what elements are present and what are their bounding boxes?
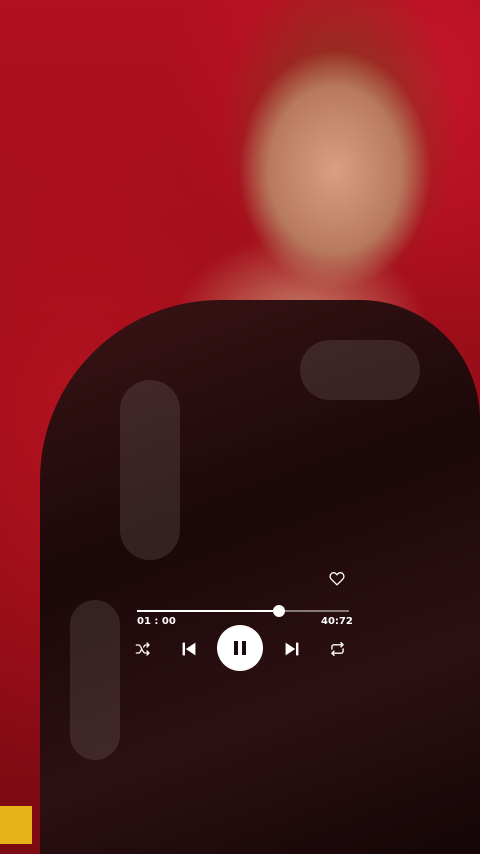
- previous-button[interactable]: [178, 640, 200, 658]
- pause-button[interactable]: [217, 625, 263, 671]
- elapsed-time: 01 : 00: [137, 616, 176, 627]
- progress-thumb[interactable]: [273, 605, 286, 617]
- background-photo: [0, 0, 480, 854]
- pause-icon: [234, 641, 246, 655]
- repeat-button[interactable]: [326, 640, 348, 658]
- heart-outline-icon: [329, 571, 345, 585]
- music-player-overlay: 01 : 00 40:72: [0, 560, 480, 680]
- next-button[interactable]: [281, 640, 303, 658]
- repeat-icon: [330, 642, 344, 656]
- stage-light-patch: [0, 806, 32, 844]
- shuffle-button[interactable]: [132, 640, 154, 658]
- total-time: 40:72: [321, 616, 353, 627]
- skip-previous-icon: [182, 642, 196, 656]
- dress-highlight: [120, 380, 180, 560]
- progress-bar[interactable]: [137, 605, 349, 617]
- shuffle-icon: [135, 642, 150, 656]
- like-button[interactable]: [327, 568, 347, 588]
- dress-highlight: [300, 340, 420, 400]
- skip-next-icon: [285, 642, 299, 656]
- progress-fill: [137, 610, 280, 612]
